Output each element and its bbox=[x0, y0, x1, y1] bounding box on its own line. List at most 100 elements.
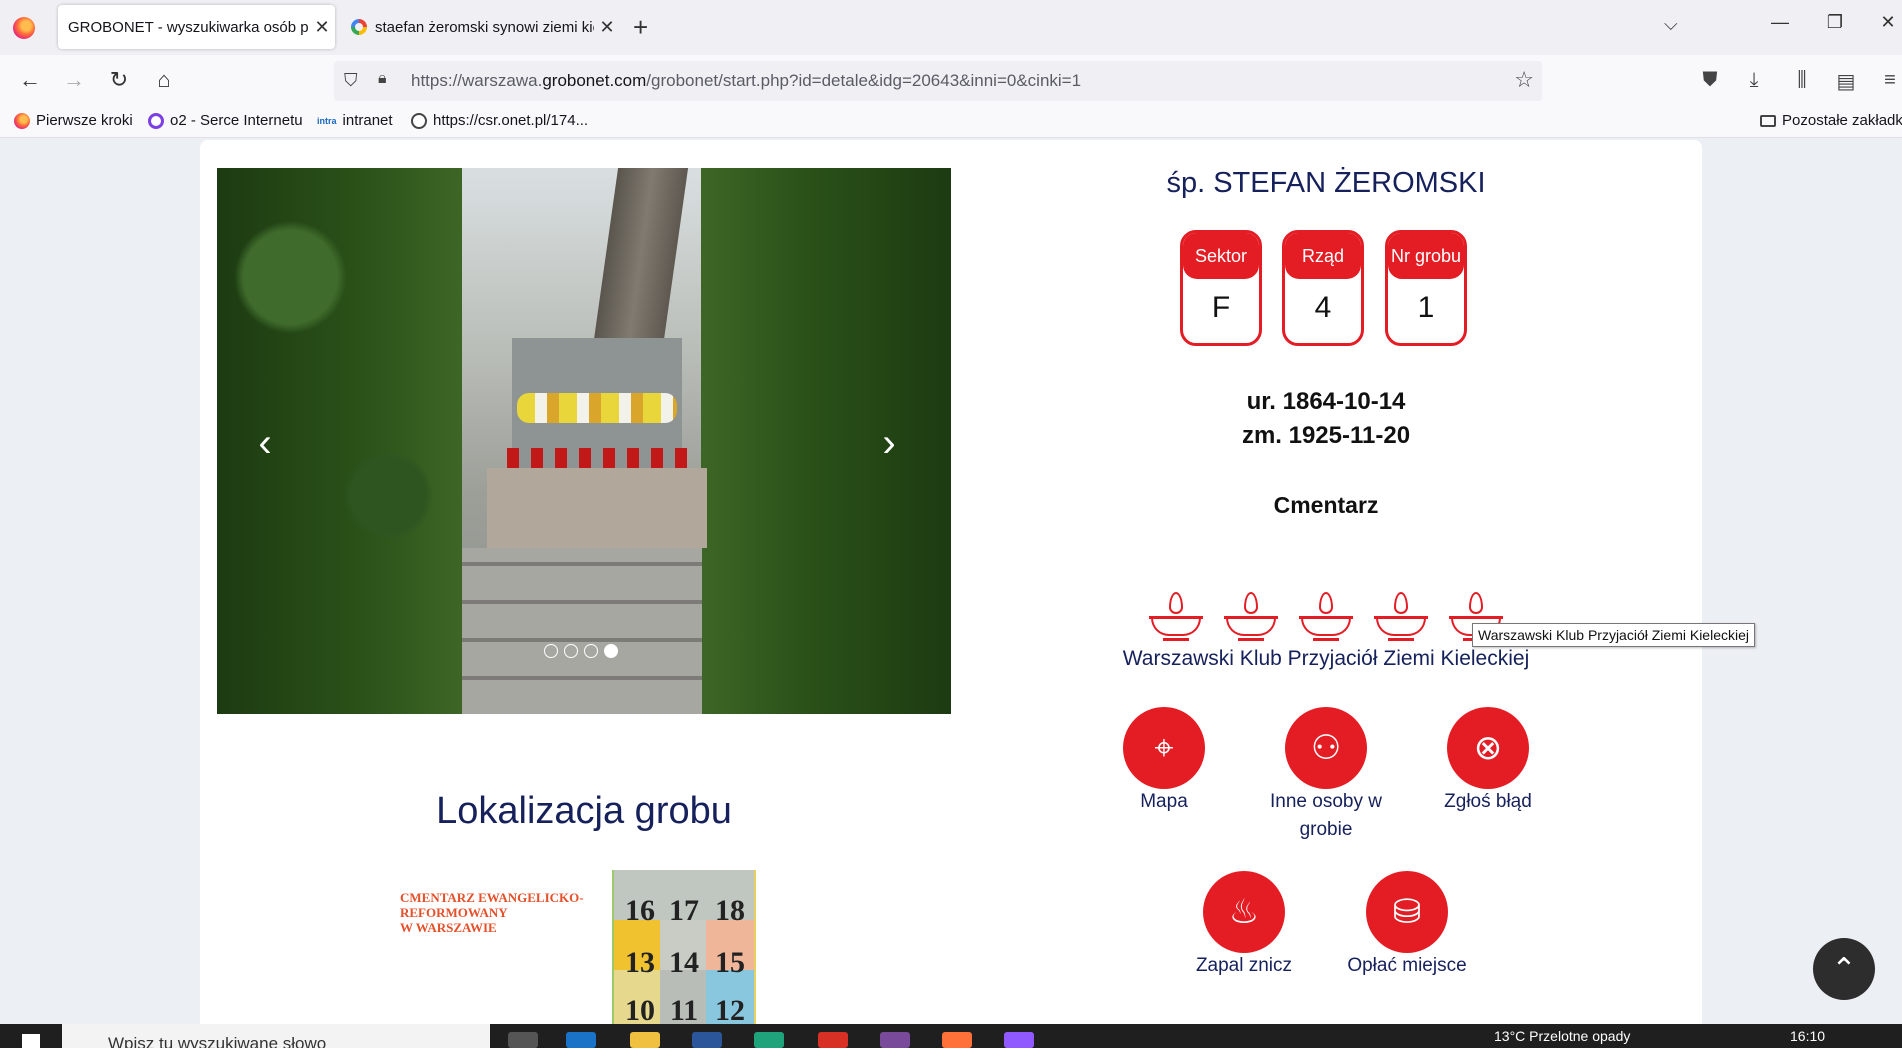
map-sector-number: 18 bbox=[715, 894, 745, 927]
other-bookmarks[interactable]: Pozostałe zakładki bbox=[1760, 112, 1902, 129]
photo-candles bbox=[507, 448, 687, 468]
firefox-icon[interactable] bbox=[942, 1032, 972, 1048]
grave-photo-carousel[interactable]: ‹ › bbox=[217, 168, 951, 714]
chevron-down-icon[interactable]: ⌵ bbox=[1664, 14, 1678, 35]
chrome-icon[interactable] bbox=[818, 1032, 848, 1048]
row-label: Rząd bbox=[1285, 233, 1361, 279]
folder-icon bbox=[1760, 114, 1776, 127]
map-button-label[interactable]: Mapa bbox=[1089, 788, 1239, 816]
back-arrow-icon[interactable]: ← bbox=[16, 67, 44, 93]
close-circle-icon: ⊗ bbox=[1473, 729, 1503, 767]
map-sector-number: 11 bbox=[669, 994, 699, 1027]
close-window-button[interactable]: ✕ bbox=[1868, 12, 1902, 33]
taskbar-search[interactable]: Wpisz tu wyszukiwane słowo bbox=[62, 1024, 490, 1048]
carousel-dot[interactable] bbox=[564, 644, 578, 658]
life-dates: ur. 1864-10-14 zm. 1925-11-20 bbox=[1000, 385, 1652, 453]
tab-title: staefan żeromski synowi ziemi kieleckiej bbox=[375, 18, 594, 36]
birth-date: ur. 1864-10-14 bbox=[1246, 388, 1406, 415]
carousel-dot[interactable] bbox=[584, 644, 598, 658]
windows-taskbar: Wpisz tu wyszukiwane słowo 13°C Przelotn… bbox=[0, 1024, 1902, 1048]
close-icon[interactable]: ✕ bbox=[594, 17, 620, 38]
grave-number-label: Nr grobu bbox=[1388, 233, 1464, 279]
lock-icon[interactable]: 🔒︎ bbox=[378, 70, 387, 88]
word-icon[interactable] bbox=[692, 1032, 722, 1048]
scroll-to-top-button[interactable]: ⌃ bbox=[1813, 938, 1875, 1000]
new-tab-button[interactable]: + bbox=[633, 12, 648, 43]
carousel-dot[interactable] bbox=[544, 644, 558, 658]
candle-giver: Warszawski Klub Przyjaciół Ziemi Kieleck… bbox=[1122, 647, 1530, 670]
carousel-prev-button[interactable]: ‹ bbox=[245, 418, 285, 468]
tab-bar: GROBONET - wyszukiwarka osób pochowanych… bbox=[0, 0, 1902, 55]
restore-button[interactable]: ❐ bbox=[1815, 12, 1855, 33]
photo-flowers bbox=[517, 393, 677, 423]
report-error-button[interactable]: ⊗ bbox=[1447, 707, 1529, 789]
sidebar-icon[interactable]: ▤ bbox=[1832, 69, 1860, 94]
menu-icon[interactable]: ≡ bbox=[1876, 69, 1902, 92]
weather-widget[interactable]: 13°C Przelotne opady bbox=[1494, 1028, 1630, 1044]
forward-arrow-icon[interactable]: → bbox=[60, 67, 88, 93]
home-icon[interactable]: ⌂ bbox=[150, 67, 178, 93]
map-sector-number: 12 bbox=[715, 994, 745, 1027]
address-bar[interactable]: ⛉ 🔒︎ https://warszawa.grobonet.com/grobo… bbox=[334, 61, 1542, 101]
report-error-label[interactable]: Zgłoś błąd bbox=[1413, 788, 1563, 816]
sector-label: Sektor bbox=[1183, 233, 1259, 279]
map-button[interactable]: ⌖ bbox=[1123, 707, 1205, 789]
tab-title: GROBONET - wyszukiwarka osób pochowanych bbox=[68, 18, 309, 36]
close-icon[interactable]: ✕ bbox=[309, 17, 335, 38]
bookmark-item[interactable]: Pierwsze kroki bbox=[14, 112, 133, 129]
light-candle-label[interactable]: Zapal znicz bbox=[1169, 952, 1319, 980]
carousel-dot-active[interactable] bbox=[604, 644, 618, 658]
map-sector-number: 14 bbox=[669, 946, 699, 979]
task-view-icon[interactable] bbox=[508, 1032, 538, 1048]
tab-google[interactable]: staefan żeromski synowi ziemi kieleckiej… bbox=[343, 5, 620, 49]
others-in-grave-label[interactable]: Inne osoby w grobie bbox=[1251, 788, 1401, 844]
people-icon: ⚇ bbox=[1310, 729, 1342, 767]
location-heading: Lokalizacja grobu bbox=[436, 790, 732, 832]
reload-icon[interactable]: ↻ bbox=[105, 67, 133, 93]
clock[interactable]: 16:10 bbox=[1790, 1028, 1825, 1044]
shield-icon[interactable]: ⛉ bbox=[344, 70, 358, 91]
bookmark-star-icon[interactable]: ☆ bbox=[1514, 67, 1534, 93]
pay-place-label[interactable]: Opłać miejsce bbox=[1332, 952, 1482, 980]
tab-grobonet[interactable]: GROBONET - wyszukiwarka osób pochowanych… bbox=[58, 5, 335, 49]
intra-icon: intra bbox=[317, 115, 337, 126]
outlook-icon[interactable] bbox=[566, 1032, 596, 1048]
library-icon[interactable]: ⫼ bbox=[1788, 69, 1816, 92]
download-icon[interactable]: ⤓ bbox=[1740, 69, 1768, 92]
app-icon[interactable] bbox=[1004, 1032, 1034, 1048]
candle-icon[interactable] bbox=[1374, 592, 1428, 648]
bookmark-item[interactable]: o2 - Serce Internetu bbox=[148, 112, 303, 129]
row-box: Rząd 4 bbox=[1282, 230, 1364, 346]
candle-icon[interactable] bbox=[1299, 592, 1353, 648]
pocket-icon[interactable]: ⛊ bbox=[1696, 69, 1724, 92]
photo-hedge bbox=[701, 168, 951, 714]
google-icon bbox=[351, 19, 367, 35]
cemetery-map-label: CMENTARZ EWANGELICKO- REFORMOWANY W WARS… bbox=[400, 890, 584, 935]
map-sector-number: 17 bbox=[669, 894, 699, 927]
carousel-indicators bbox=[544, 644, 618, 658]
windows-start-icon[interactable] bbox=[22, 1034, 40, 1048]
map-sector-number: 13 bbox=[625, 946, 655, 979]
cemetery-label: Cmentarz bbox=[1273, 492, 1379, 518]
light-candle-button[interactable]: ♨ bbox=[1203, 871, 1285, 953]
edge-icon[interactable] bbox=[754, 1032, 784, 1048]
bookmarks-toolbar: Pierwsze kroki o2 - Serce Internetu intr… bbox=[0, 107, 1902, 138]
bookmark-item[interactable]: https://csr.onet.pl/174... bbox=[411, 112, 588, 129]
pay-place-button[interactable]: ⛁ bbox=[1366, 871, 1448, 953]
app-icon[interactable] bbox=[880, 1032, 910, 1048]
grave-number-box: Nr grobu 1 bbox=[1385, 230, 1467, 346]
cemetery-map[interactable]: 16 17 18 13 14 15 10 11 12 bbox=[612, 870, 756, 1040]
navigation-bar: ← → ↻ ⌂ ⛉ 🔒︎ https://warszawa.grobonet.c… bbox=[0, 55, 1902, 107]
bookmark-item[interactable]: intra intranet bbox=[317, 112, 393, 129]
url-text[interactable]: https://warszawa.grobonet.com/grobonet/s… bbox=[411, 71, 1081, 91]
candle-icon[interactable] bbox=[1149, 592, 1203, 648]
firefox-icon[interactable] bbox=[13, 17, 35, 39]
minimize-button[interactable]: — bbox=[1760, 12, 1800, 33]
explorer-icon[interactable] bbox=[630, 1032, 660, 1048]
others-in-grave-button[interactable]: ⚇ bbox=[1285, 707, 1367, 789]
carousel-next-button[interactable]: › bbox=[869, 418, 909, 468]
row-value: 4 bbox=[1314, 291, 1332, 324]
death-date: zm. 1925-11-20 bbox=[1241, 422, 1411, 449]
candle-icon[interactable] bbox=[1224, 592, 1278, 648]
candle-icon: ♨ bbox=[1228, 893, 1260, 931]
